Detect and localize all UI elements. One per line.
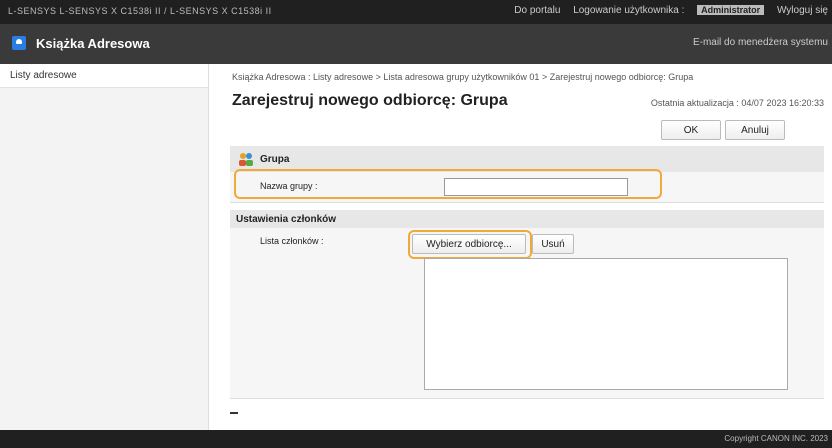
cancel-button[interactable]: Anuluj [725,120,785,140]
sidebar-item-address-lists[interactable]: Listy adresowe [0,64,208,88]
user-name: Administrator [697,5,765,15]
app-title: Książka Adresowa [36,36,150,51]
breadcrumb-group-list[interactable]: Lista adresowa grupy użytkowników 01 [383,72,539,82]
logout-link[interactable]: Wyloguj się [777,5,828,16]
members-listbox[interactable] [424,258,788,390]
page-title: Zarejestruj nowego odbiorcę: Grupa [232,92,508,109]
topbar-links: Do portalu Logowanie użytkownika : Admin… [504,5,828,16]
device-name: L-SENSYS L-SENSYS X C1538i II / L-SENSYS… [8,6,272,16]
breadcrumb-address-lists[interactable]: Książka Adresowa : Listy adresowe [232,72,373,82]
group-section-title: Grupa [260,154,290,165]
top-bar: L-SENSYS L-SENSYS X C1538i II / L-SENSYS… [0,0,832,24]
last-update: Ostatnia aktualizacja : 04/07 2023 16:20… [650,98,824,108]
delete-button[interactable]: Usuń [532,234,574,254]
divider [230,398,824,399]
to-top-icon[interactable] [230,412,238,415]
highlight-name-row [234,169,662,199]
ok-button[interactable]: OK [661,120,721,140]
app-header: Książka Adresowa E-mail do menedżera sys… [0,24,832,64]
copyright: Copyright CANON INC. 2023 [724,434,828,443]
main-content: Książka Adresowa : Listy adresowe > List… [218,64,828,430]
members-list-label: Lista członków : [260,236,324,246]
login-user-label: Logowanie użytkownika : [573,5,685,16]
sidebar: Listy adresowe [0,64,209,430]
group-people-icon [239,153,253,166]
footer: Copyright CANON INC. 2023 [0,430,832,448]
address-book-icon [12,36,26,50]
members-section-header: Ustawienia członków [230,210,824,229]
highlight-select-button [408,230,532,259]
email-admin-link[interactable]: E-mail do menedżera systemu [693,37,828,48]
breadcrumb-current: Zarejestruj nowego odbiorcę: Grupa [549,72,694,82]
members-section-title: Ustawienia członków [236,214,337,225]
breadcrumb: Książka Adresowa : Listy adresowe > List… [232,72,694,82]
portal-link[interactable]: Do portalu [514,5,560,16]
